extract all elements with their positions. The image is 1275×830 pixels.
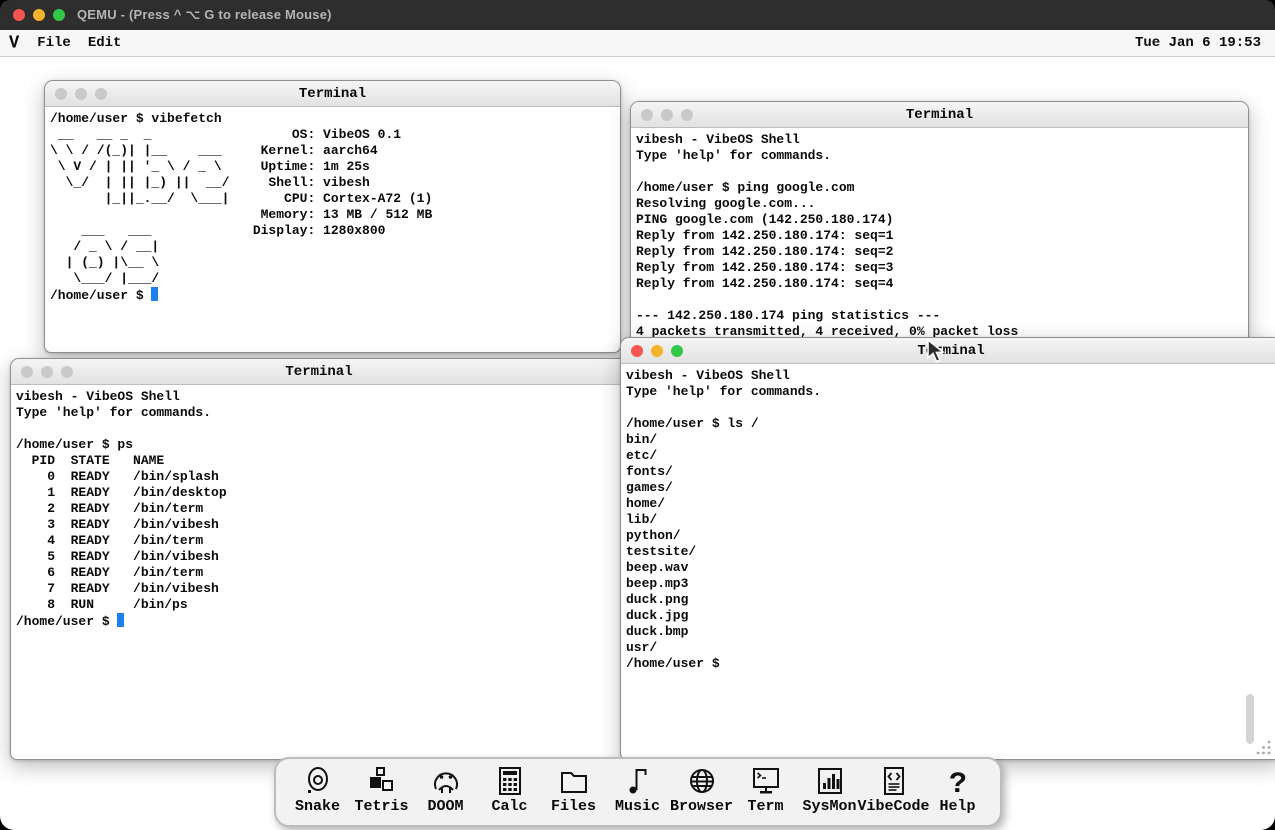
dock: Snake Tetris DOOM xyxy=(274,757,1002,827)
terminal-output[interactable]: vibesh - VibeOS Shell Type 'help' for co… xyxy=(11,385,627,634)
menu-file[interactable]: File xyxy=(37,35,71,51)
resize-grip-icon[interactable] xyxy=(1255,739,1273,757)
window-title: Terminal xyxy=(631,107,1248,123)
dock-item-label: Help xyxy=(939,798,975,815)
dock-item-term[interactable]: Term xyxy=(738,763,794,815)
zoom-button[interactable] xyxy=(61,366,73,378)
term-icon xyxy=(750,765,782,797)
window-titlebar[interactable]: Terminal xyxy=(11,359,627,385)
macos-zoom-button[interactable] xyxy=(53,9,65,21)
window-titlebar[interactable]: Terminal xyxy=(45,81,620,107)
dock-item-files[interactable]: Files xyxy=(546,763,602,815)
terminal-window-vibefetch: Terminal /home/user $ vibefetch __ __ _ … xyxy=(44,80,621,353)
dock-item-label: Term xyxy=(747,798,783,815)
dock-item-browser[interactable]: Browser xyxy=(674,763,730,815)
window-title: Terminal xyxy=(11,364,627,380)
menu-edit[interactable]: Edit xyxy=(88,35,122,51)
macos-close-button[interactable] xyxy=(13,9,25,21)
terminal-window-ps: Terminal vibesh - VibeOS Shell Type 'hel… xyxy=(10,358,628,760)
menubar: V File Edit Tue Jan 6 19:53 xyxy=(0,30,1275,57)
dock-item-label: Snake xyxy=(295,798,340,815)
dock-item-label: Browser xyxy=(670,798,733,815)
terminal-text: /home/user $ vibefetch __ __ _ _ OS: Vib… xyxy=(50,111,432,303)
close-button[interactable] xyxy=(55,88,67,100)
snake-icon xyxy=(302,765,334,797)
vibeos-screen: QEMU - (Press ^ ⌥ G to release Mouse) V … xyxy=(0,0,1275,830)
window-title: Terminal xyxy=(621,343,1275,359)
window-title: Terminal xyxy=(45,86,620,102)
terminal-output[interactable]: /home/user $ vibefetch __ __ _ _ OS: Vib… xyxy=(45,107,620,308)
dock-item-help[interactable]: ? Help xyxy=(930,763,986,815)
zoom-button[interactable] xyxy=(671,345,683,357)
qemu-titlebar[interactable]: QEMU - (Press ^ ⌥ G to release Mouse) xyxy=(0,0,1275,30)
help-icon: ? xyxy=(942,765,974,797)
minimize-button[interactable] xyxy=(41,366,53,378)
minimize-button[interactable] xyxy=(651,345,663,357)
terminal-text: vibesh - VibeOS Shell Type 'help' for co… xyxy=(16,389,227,629)
dock-item-label: Music xyxy=(615,798,660,815)
terminal-window-ls: Terminal vibesh - VibeOS Shell Type 'hel… xyxy=(620,337,1275,760)
browser-icon xyxy=(686,765,718,797)
terminal-output[interactable]: vibesh - VibeOS Shell Type 'help' for co… xyxy=(631,128,1248,344)
dock-item-label: Tetris xyxy=(354,798,408,815)
scrollbar-thumb[interactable] xyxy=(1246,694,1254,744)
dock-item-doom[interactable]: DOOM xyxy=(418,763,474,815)
dock-item-label: SysMon xyxy=(802,798,856,815)
tetris-icon xyxy=(366,765,398,797)
vibeos-logo[interactable]: V xyxy=(9,33,19,54)
dock-item-calc[interactable]: Calc xyxy=(482,763,538,815)
terminal-text: vibesh - VibeOS Shell Type 'help' for co… xyxy=(636,132,1018,339)
text-cursor xyxy=(117,613,124,627)
minimize-button[interactable] xyxy=(661,109,673,121)
macos-minimize-button[interactable] xyxy=(33,9,45,21)
dock-item-label: VibeCode xyxy=(858,798,930,815)
window-titlebar[interactable]: Terminal xyxy=(621,338,1275,364)
zoom-button[interactable] xyxy=(681,109,693,121)
dock-item-sysmon[interactable]: SysMon xyxy=(802,763,858,815)
dock-item-label: Files xyxy=(551,798,596,815)
zoom-button[interactable] xyxy=(95,88,107,100)
close-button[interactable] xyxy=(21,366,33,378)
dock-item-snake[interactable]: Snake xyxy=(290,763,346,815)
dock-item-label: DOOM xyxy=(427,798,463,815)
terminal-output[interactable]: vibesh - VibeOS Shell Type 'help' for co… xyxy=(621,364,1275,676)
vibecode-icon xyxy=(878,765,910,797)
music-icon xyxy=(622,765,654,797)
sysmon-icon xyxy=(814,765,846,797)
dock-item-label: Calc xyxy=(491,798,527,815)
dock-item-tetris[interactable]: Tetris xyxy=(354,763,410,815)
menubar-clock: Tue Jan 6 19:53 xyxy=(1135,35,1261,51)
files-icon xyxy=(558,765,590,797)
close-button[interactable] xyxy=(641,109,653,121)
text-cursor xyxy=(151,287,158,301)
minimize-button[interactable] xyxy=(75,88,87,100)
svg-text:?: ? xyxy=(948,768,966,797)
qemu-window-title: QEMU - (Press ^ ⌥ G to release Mouse) xyxy=(77,7,332,23)
close-button[interactable] xyxy=(631,345,643,357)
terminal-text: vibesh - VibeOS Shell Type 'help' for co… xyxy=(626,368,821,671)
calc-icon xyxy=(494,765,526,797)
dock-item-music[interactable]: Music xyxy=(610,763,666,815)
dock-item-vibecode[interactable]: VibeCode xyxy=(866,763,922,815)
window-titlebar[interactable]: Terminal xyxy=(631,102,1248,128)
doom-icon xyxy=(430,765,462,797)
